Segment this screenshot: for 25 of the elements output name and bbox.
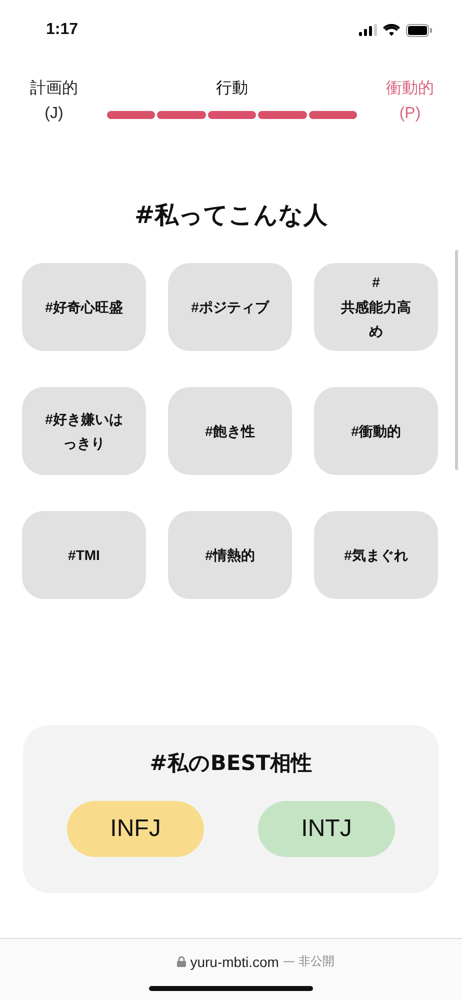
tag-text: #気まぐれ [343, 546, 409, 565]
battery-icon [406, 24, 432, 36]
trait-letter: (J) [44, 105, 64, 123]
status-time: 1:17 [46, 21, 78, 39]
tag-text: #TMI [67, 546, 101, 565]
wifi-icon [383, 24, 400, 36]
tag-text: #情熱的 [204, 546, 256, 565]
tag-text: #好き嫌いはっきり [44, 410, 124, 453]
tag-text: #飽き性 [204, 422, 256, 441]
tag-text: #ポジティブ [190, 298, 270, 317]
domain-text: yuru-mbti.com [190, 954, 279, 970]
section-title: #私ってこんな人 [133, 200, 329, 231]
trait-label: 衝動的 [386, 79, 434, 99]
tag-text: #衝動的 [350, 422, 402, 441]
tag-text: #共感能力高め [340, 273, 412, 342]
trait-letter: (P) [399, 105, 421, 123]
lock-icon [177, 956, 186, 967]
tag-text: #好奇心旺盛 [44, 298, 124, 317]
trait-label: 計画的 [30, 78, 78, 99]
privacy-note: — 非公開 [282, 953, 335, 970]
card-title: #私のBEST相性 [150, 750, 312, 777]
signal-icon [359, 24, 377, 36]
meter-title: 行動 [216, 79, 248, 99]
type-pill: INTJ [258, 801, 395, 857]
type-pill: INFJ [67, 801, 204, 857]
